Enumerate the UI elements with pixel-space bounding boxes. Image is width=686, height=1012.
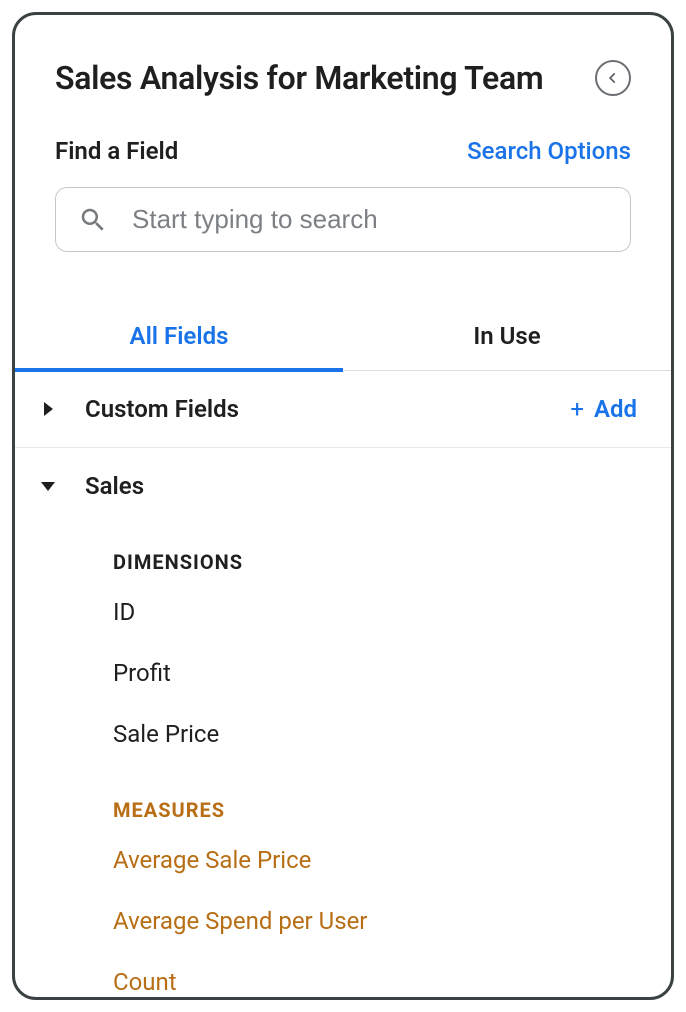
- sales-label: Sales: [85, 472, 144, 500]
- search-box[interactable]: [55, 187, 631, 252]
- dimensions-header: DIMENSIONS: [15, 524, 671, 582]
- custom-fields-toggle: Custom Fields: [41, 395, 239, 423]
- tab-all-fields[interactable]: All Fields: [15, 304, 343, 370]
- measures-header: MEASURES: [15, 764, 671, 830]
- sales-toggle: Sales: [41, 472, 144, 500]
- dimension-item[interactable]: Sale Price: [15, 704, 671, 765]
- search-icon: [78, 205, 108, 235]
- dimension-item[interactable]: Profit: [15, 643, 671, 704]
- dimension-item[interactable]: ID: [15, 582, 671, 643]
- search-options-link[interactable]: Search Options: [467, 137, 631, 165]
- tabs: All Fields In Use: [15, 304, 671, 371]
- search-input[interactable]: [132, 204, 608, 235]
- add-label: Add: [594, 395, 637, 423]
- measure-item[interactable]: Average Sale Price: [15, 830, 671, 891]
- measure-item[interactable]: Average Spend per User: [15, 891, 671, 952]
- custom-fields-section[interactable]: Custom Fields + Add: [15, 371, 671, 448]
- panel-header: Sales Analysis for Marketing Team: [15, 15, 671, 97]
- sales-section[interactable]: Sales: [15, 448, 671, 524]
- plus-icon: +: [570, 395, 584, 423]
- chevron-left-icon: [606, 71, 620, 85]
- field-picker-panel: Sales Analysis for Marketing Team Find a…: [12, 12, 674, 1000]
- custom-fields-label: Custom Fields: [85, 395, 239, 423]
- add-custom-field-button[interactable]: + Add: [570, 395, 637, 423]
- search-header: Find a Field Search Options: [55, 137, 631, 165]
- find-field-label: Find a Field: [55, 137, 178, 165]
- measure-item[interactable]: Count: [15, 952, 671, 1000]
- tab-in-use[interactable]: In Use: [343, 304, 671, 370]
- caret-right-icon: [44, 402, 53, 416]
- search-section: Find a Field Search Options: [15, 97, 671, 252]
- page-title: Sales Analysis for Marketing Team: [55, 59, 543, 97]
- collapse-button[interactable]: [595, 60, 631, 96]
- caret-down-icon: [41, 482, 55, 491]
